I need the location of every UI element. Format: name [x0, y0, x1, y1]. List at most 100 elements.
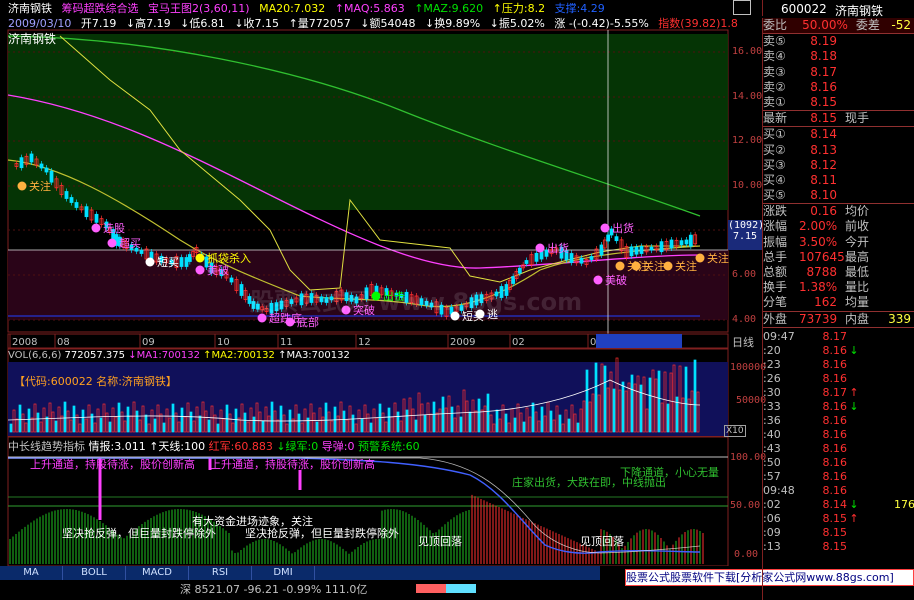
row-qty	[837, 173, 914, 188]
tick-cell	[861, 526, 914, 540]
sell-row[interactable]: 卖⑤ 8.19	[763, 34, 914, 49]
volume-bar	[396, 411, 400, 433]
sell-row[interactable]: 卖② 8.16	[763, 80, 914, 95]
tick-cell: 8.16	[822, 371, 848, 385]
sell-row[interactable]: 卖④ 8.18	[763, 49, 914, 64]
volume-bar	[441, 396, 445, 433]
ind-name: 中长线趋势指标	[8, 440, 85, 453]
tab-ma[interactable]: MA	[0, 566, 63, 580]
tick-cell: ↓	[849, 399, 859, 413]
tick-cell: :33	[763, 399, 781, 413]
last-price-tag: (1092)	[728, 220, 765, 231]
volume-bar	[468, 411, 472, 433]
stat-row: 总额 8788 最低	[763, 265, 914, 280]
volume-bar	[243, 412, 247, 433]
buy-row[interactable]: 买④ 8.11	[763, 173, 914, 188]
signal-label: 关注	[643, 259, 665, 273]
row-qty	[837, 65, 914, 80]
volume-bar	[9, 423, 13, 433]
ind-text-1: 上升通道，持股待涨，股价创新高	[30, 458, 195, 471]
date-label: 2008	[12, 337, 37, 348]
tick-cell	[861, 400, 914, 414]
tick-cell: 8.16	[822, 441, 848, 455]
tick-cell: :57	[763, 469, 781, 483]
stat-value	[881, 219, 914, 234]
buy-row[interactable]: 买① 8.14	[763, 127, 914, 142]
price-axis-label: 6.00	[732, 269, 757, 280]
tick-row: :02 8.14 ↓ 176	[763, 498, 914, 512]
row-price: 8.19	[810, 34, 837, 49]
code-line: 【代码:600022 名称:济南钢铁】	[14, 375, 177, 388]
volume-bar	[369, 422, 373, 433]
volume-bar	[72, 405, 76, 433]
tick-cell: 8.16	[822, 357, 848, 371]
volume-bar	[630, 374, 634, 433]
volume-bar	[612, 388, 616, 433]
tab-dmi[interactable]: DMI	[252, 566, 315, 580]
signal-marker	[17, 181, 27, 191]
signal-label: 底部	[297, 315, 319, 329]
stat-row: 振幅 3.50% 今开	[763, 235, 914, 250]
volume-bar	[216, 423, 220, 433]
sell-row[interactable]: 卖③ 8.17	[763, 65, 914, 80]
volume-header: VOL(6,6,6) 772057.375 ↓MA1:700132 ↑MA2:7…	[8, 350, 350, 361]
price-axis-label: 4.00	[732, 314, 757, 325]
tick-cell	[847, 414, 861, 428]
volume-bar	[387, 407, 391, 433]
date-label: 2009	[450, 337, 475, 348]
window-icon[interactable]	[733, 0, 751, 15]
outer-label: 外盘	[763, 311, 788, 326]
volume-bar	[108, 421, 112, 433]
volume-bar	[621, 381, 625, 433]
vol-unit: X10	[724, 425, 746, 437]
volume-bar	[639, 384, 643, 433]
vol-ma3: ↑MA3:700132	[278, 350, 350, 361]
stat-rows: 涨跌 0.16 均价 涨幅 2.00% 前收 振幅 3.50% 今开 总手 107645 最高 总额 87…	[763, 204, 914, 310]
outer-value: 73739	[799, 311, 838, 326]
price-axis-label: 12.00	[732, 135, 763, 146]
indicator-tabs: MA BOLL MACD RSI DMI	[0, 566, 600, 580]
signal-marker	[593, 275, 603, 285]
signal-label: 抓袋杀入	[207, 251, 251, 265]
volume-bar	[36, 412, 40, 433]
stat-row: 涨跌 0.16 均价	[763, 204, 914, 219]
row-label: 买③	[763, 157, 786, 172]
tick-row: :33 8.16 ↓	[763, 400, 914, 414]
volume-bar	[693, 359, 697, 433]
row-price: 8.11	[810, 172, 837, 187]
sell-row[interactable]: 卖① 8.15	[763, 95, 914, 110]
row-qty	[837, 158, 914, 173]
stat-value: 107645	[799, 249, 845, 264]
tick-cell	[861, 414, 914, 428]
volume-bar	[135, 410, 139, 433]
volume-bar	[252, 416, 256, 433]
ind-text-8: 见顶回落	[418, 535, 462, 548]
row-qty	[837, 80, 914, 95]
tick-cell: 176	[894, 497, 914, 511]
period-tag[interactable]: 日线	[732, 334, 754, 350]
volume-bar	[180, 407, 184, 433]
buy-row[interactable]: 买② 8.13	[763, 143, 914, 158]
right-panel-title: 600022 济南钢铁	[733, 0, 914, 18]
tick-cell: ↑	[849, 511, 859, 525]
tick-row: :40 8.16	[763, 428, 914, 442]
green-zone	[8, 34, 728, 210]
volume-bar	[279, 405, 283, 433]
buy-row[interactable]: 买⑤ 8.10	[763, 188, 914, 203]
tick-cell: :43	[763, 441, 781, 455]
row-qty	[837, 127, 914, 142]
tick-cell: 8.15	[822, 511, 848, 525]
stat-row: 涨幅 2.00% 前收	[763, 219, 914, 234]
tab-boll[interactable]: BOLL	[63, 566, 126, 580]
ind-axis-0: 0.00	[734, 549, 759, 560]
tab-rsi[interactable]: RSI	[189, 566, 252, 580]
buy-row[interactable]: 买③ 8.12	[763, 158, 914, 173]
tick-cell	[847, 330, 861, 344]
signal-marker	[615, 261, 625, 271]
volume-bar	[351, 414, 355, 433]
stat-value	[881, 295, 914, 310]
signal-marker	[195, 265, 205, 275]
tab-macd[interactable]: MACD	[126, 566, 189, 580]
ind-lvjun: ↓绿军:0	[276, 440, 319, 453]
tick-cell	[847, 526, 861, 540]
